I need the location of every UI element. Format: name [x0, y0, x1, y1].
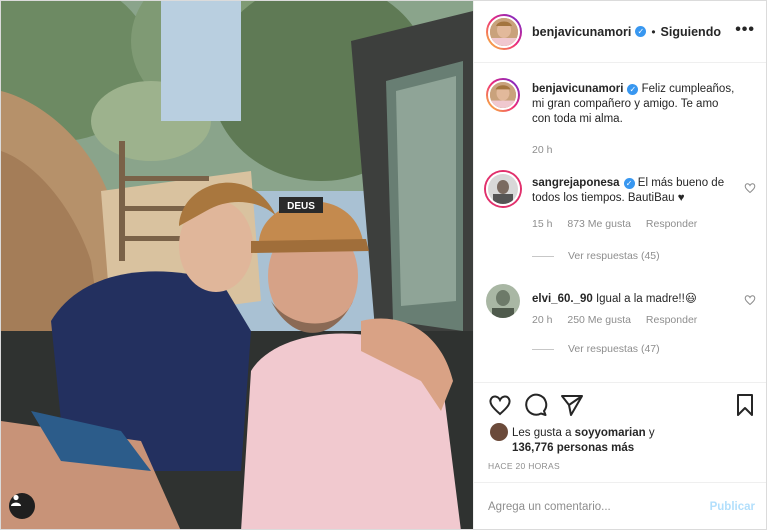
view-replies-button[interactable]: Ver respuestas (47)	[532, 343, 660, 355]
comment-icon[interactable]	[524, 393, 548, 417]
likes-count[interactable]: 136,776 personas más	[512, 442, 634, 454]
caption-avatar[interactable]	[486, 78, 520, 112]
likes-summary[interactable]: Les gusta a soyyomarian y 136,776 person…	[490, 423, 655, 456]
heart-icon[interactable]	[488, 393, 512, 417]
replies-line	[532, 255, 554, 257]
comments-list: benjavicunamori ✓ Feliz cumpleaños, mi gr…	[474, 64, 766, 382]
comment-time[interactable]: 15 h	[532, 218, 552, 230]
post-photo[interactable]: DEUS	[1, 1, 473, 529]
publish-button[interactable]: Publicar	[710, 501, 755, 513]
likes-suffix: y	[648, 427, 655, 439]
comment-username[interactable]: elvi_60._90	[532, 293, 593, 305]
post-header: benjavicunamori ✓ • Siguiendo •••	[474, 1, 766, 63]
comment-input[interactable]	[488, 501, 710, 513]
liker-username[interactable]: soyyomarian	[575, 427, 646, 439]
view-replies-button[interactable]: Ver respuestas (45)	[532, 250, 660, 262]
replies-line	[532, 348, 554, 350]
follow-status-button[interactable]: Siguiendo	[661, 25, 721, 39]
comment-likes[interactable]: 873 Me gusta	[567, 218, 631, 230]
reply-button[interactable]: Responder	[646, 314, 697, 326]
caption-time[interactable]: 20 h	[532, 144, 552, 156]
add-comment-bar: Publicar	[474, 482, 766, 529]
comment-text-block: elvi_60._90 Igual a la madre!!😃	[532, 292, 737, 307]
comment-text-block: sangrejaponesa ✓ El más bueno de todos lo…	[532, 176, 737, 206]
instagram-post-window: DEUS benjavicunamori ✓ • Siguiendo ••• b…	[0, 0, 767, 530]
view-replies-label: Ver respuestas (47)	[568, 343, 660, 355]
action-icons-row	[488, 393, 584, 417]
caption-username[interactable]: benjavicunamori	[532, 83, 623, 95]
comment-avatar[interactable]	[486, 284, 520, 318]
more-options-icon[interactable]: •••	[735, 21, 755, 39]
caption-text-block: benjavicunamori ✓ Feliz cumpleaños, mi gr…	[532, 82, 737, 127]
comment-username[interactable]: sangrejaponesa	[532, 177, 620, 189]
verified-badge-icon: ✓	[627, 84, 639, 95]
post-timestamp[interactable]: HACE 20 HORAS	[488, 461, 560, 471]
comment-meta: 20 h 250 Me gusta Responder	[532, 314, 709, 326]
view-replies-label: Ver respuestas (45)	[568, 250, 660, 262]
author-username[interactable]: benjavicunamori	[532, 25, 631, 39]
like-comment-heart-icon[interactable]	[744, 182, 756, 194]
bookmark-icon[interactable]	[733, 393, 757, 417]
like-comment-heart-icon[interactable]	[744, 294, 756, 306]
photo-illustration: DEUS	[1, 1, 473, 529]
post-actions: Les gusta a soyyomarian y 136,776 person…	[474, 382, 766, 482]
separator-dot: •	[651, 24, 656, 39]
likes-prefix: Les gusta a	[512, 427, 572, 439]
cap-logo-text: DEUS	[287, 201, 315, 212]
post-sidebar: benjavicunamori ✓ • Siguiendo ••• benjav…	[473, 1, 766, 529]
comment-text: Igual a la madre!!😃	[595, 293, 697, 305]
verified-badge-icon: ✓	[623, 178, 635, 189]
comment-likes[interactable]: 250 Me gusta	[567, 314, 631, 326]
verified-badge-icon: ✓	[635, 26, 647, 37]
author-avatar[interactable]	[486, 13, 522, 50]
caption-item: benjavicunamori ✓ Feliz cumpleaños, mi gr…	[486, 78, 756, 158]
comment-avatar[interactable]	[486, 172, 520, 206]
comment-time[interactable]: 20 h	[532, 314, 552, 326]
liker-avatar[interactable]	[490, 423, 508, 441]
reply-button[interactable]: Responder	[646, 218, 697, 230]
user-tag-icon[interactable]	[9, 493, 35, 519]
caption-meta: 20 h	[532, 144, 564, 156]
likes-line-2: 136,776 personas más	[490, 441, 655, 456]
comment-meta: 15 h 873 Me gusta Responder	[532, 218, 709, 230]
likes-line-1: Les gusta a soyyomarian y	[490, 423, 655, 441]
share-icon[interactable]	[560, 393, 584, 417]
